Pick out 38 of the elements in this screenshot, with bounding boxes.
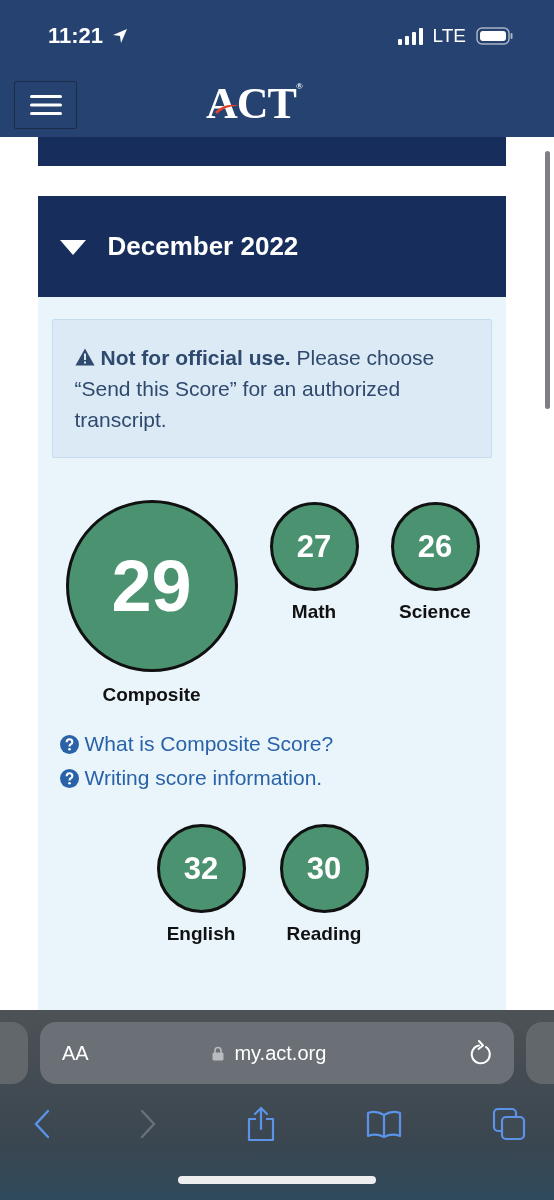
help-icon <box>59 734 79 754</box>
share-icon[interactable] <box>246 1106 276 1142</box>
score-label: Composite <box>102 684 201 706</box>
text-size-button[interactable]: AA <box>62 1041 89 1065</box>
reload-icon[interactable] <box>470 1040 494 1066</box>
section-header[interactable]: December 2022 <box>37 196 506 297</box>
score-label: Science <box>399 601 471 623</box>
lock-icon <box>212 1045 225 1061</box>
score-label: Math <box>291 601 337 623</box>
score-circle: 26 <box>390 502 480 591</box>
back-icon[interactable] <box>34 1109 50 1139</box>
menu-icon <box>29 93 62 116</box>
tabs-icon[interactable] <box>492 1107 526 1141</box>
scrollbar[interactable] <box>545 151 550 409</box>
score-circle: 27 <box>269 502 359 591</box>
battery-icon <box>476 27 514 45</box>
score-circle: 30 <box>279 824 369 913</box>
swoosh-icon <box>214 102 240 114</box>
location-arrow-icon <box>111 27 130 45</box>
caret-down-icon <box>59 237 86 256</box>
score-label: English <box>166 923 236 945</box>
score-label: Reading <box>286 923 362 945</box>
warning-icon <box>74 348 95 366</box>
network-type: LTE <box>432 25 466 47</box>
status-time: 11:21 <box>48 23 104 49</box>
address-bar[interactable]: AA my.act.org <box>40 1022 514 1084</box>
alert-message: Not for official use. Please choose “Send this Score” for an authorized transcript. <box>74 345 436 433</box>
menu-button[interactable] <box>14 80 77 129</box>
score-circle: 29 <box>65 500 238 672</box>
help-link[interactable]: What is Composite Score? <box>59 732 334 756</box>
score-circle: 32 <box>156 824 246 913</box>
help-icon <box>59 768 79 788</box>
help-link[interactable]: Writing score information. <box>59 766 323 790</box>
bookmarks-icon[interactable] <box>366 1109 402 1139</box>
signal-icon <box>396 27 425 45</box>
forward-icon[interactable] <box>140 1109 156 1139</box>
act-logo[interactable]: ACT$^{®}$ <box>206 82 302 126</box>
url-text: my.act.org <box>234 1041 327 1065</box>
